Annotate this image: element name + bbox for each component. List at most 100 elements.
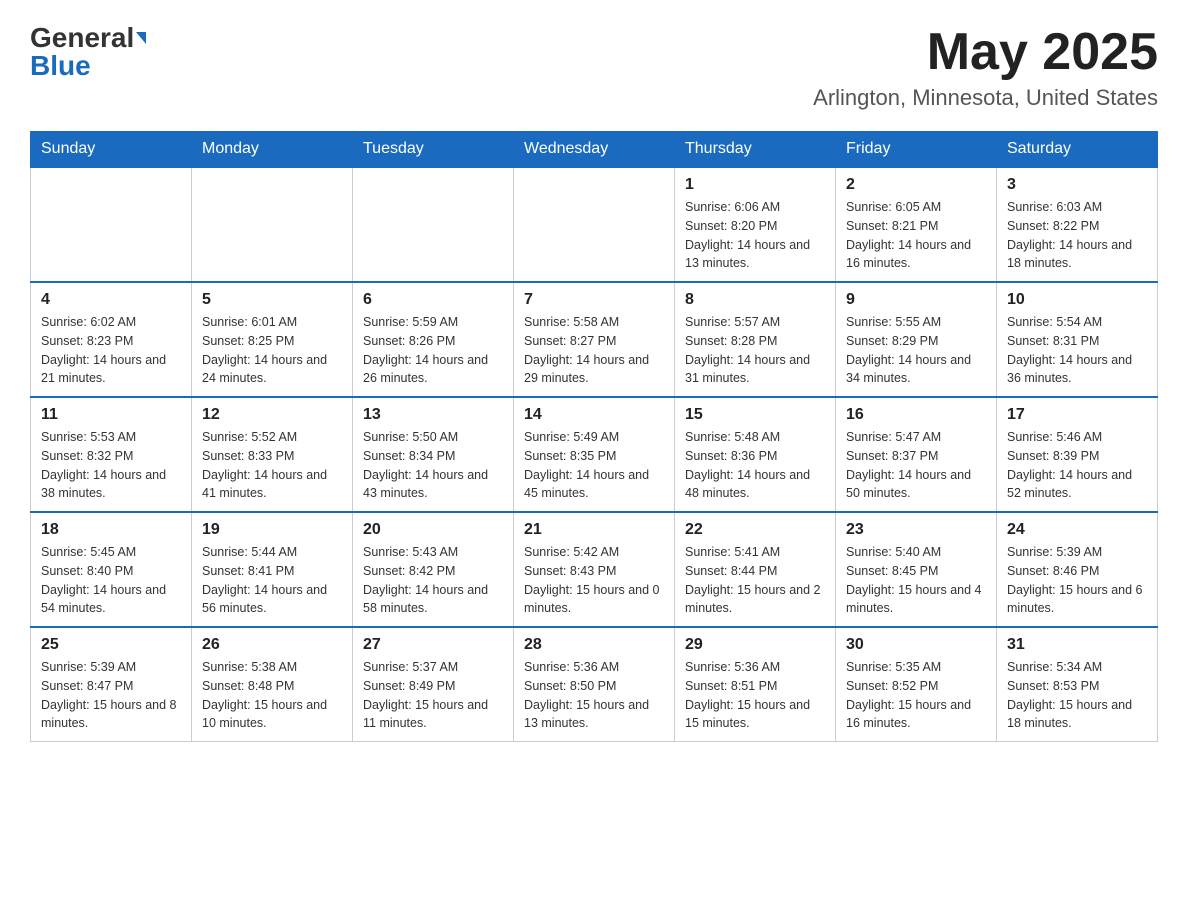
- day-info: Sunrise: 5:41 AM Sunset: 8:44 PM Dayligh…: [685, 543, 825, 618]
- day-info: Sunrise: 5:40 AM Sunset: 8:45 PM Dayligh…: [846, 543, 986, 618]
- day-number: 10: [1007, 291, 1147, 309]
- day-info: Sunrise: 5:39 AM Sunset: 8:46 PM Dayligh…: [1007, 543, 1147, 618]
- calendar-cell: 24 Sunrise: 5:39 AM Sunset: 8:46 PM Dayli…: [997, 512, 1158, 627]
- day-number: 13: [363, 406, 503, 424]
- day-number: 17: [1007, 406, 1147, 424]
- calendar-week-row: 25Sunrise: 5:39 AM Sunset: 8:47 PM Dayli…: [31, 627, 1158, 742]
- day-info: Sunrise: 5:38 AM Sunset: 8:48 PM Dayligh…: [202, 658, 342, 733]
- day-info: Sunrise: 5:54 AM Sunset: 8:31 PM Dayligh…: [1007, 313, 1147, 388]
- logo-general-text: General: [30, 24, 134, 52]
- day-info: Sunrise: 6:02 AM Sunset: 8:23 PM Dayligh…: [41, 313, 181, 388]
- calendar-cell: 28 Sunrise: 5:36 AM Sunset: 8:50 PM Dayli…: [514, 627, 675, 742]
- day-info: Sunrise: 5:48 AM Sunset: 8:36 PM Dayligh…: [685, 428, 825, 503]
- calendar-cell: 18Sunrise: 5:45 AM Sunset: 8:40 PM Dayli…: [31, 512, 192, 627]
- day-info: Sunrise: 5:57 AM Sunset: 8:28 PM Dayligh…: [685, 313, 825, 388]
- day-info: Sunrise: 5:39 AM Sunset: 8:47 PM Dayligh…: [41, 658, 181, 733]
- calendar-week-row: 1 Sunrise: 6:06 AM Sunset: 8:20 PM Daylig…: [31, 167, 1158, 282]
- month-title: May 2025: [813, 24, 1158, 81]
- calendar-cell: 12 Sunrise: 5:52 AM Sunset: 8:33 PM Dayli…: [192, 397, 353, 512]
- weekday-header-thursday: Thursday: [675, 132, 836, 168]
- day-number: 6: [363, 291, 503, 309]
- weekday-header-tuesday: Tuesday: [353, 132, 514, 168]
- day-number: 27: [363, 636, 503, 654]
- day-info: Sunrise: 5:55 AM Sunset: 8:29 PM Dayligh…: [846, 313, 986, 388]
- title-block: May 2025 Arlington, Minnesota, United St…: [813, 24, 1158, 111]
- day-info: Sunrise: 6:06 AM Sunset: 8:20 PM Dayligh…: [685, 198, 825, 273]
- logo-triangle-icon: [136, 32, 146, 44]
- calendar-cell: 14 Sunrise: 5:49 AM Sunset: 8:35 PM Dayli…: [514, 397, 675, 512]
- day-number: 15: [685, 406, 825, 424]
- calendar-week-row: 11 Sunrise: 5:53 AM Sunset: 8:32 PM Dayli…: [31, 397, 1158, 512]
- weekday-header-sunday: Sunday: [31, 132, 192, 168]
- calendar-cell: 4Sunrise: 6:02 AM Sunset: 8:23 PM Daylig…: [31, 282, 192, 397]
- calendar-cell: 5 Sunrise: 6:01 AM Sunset: 8:25 PM Daylig…: [192, 282, 353, 397]
- day-info: Sunrise: 5:43 AM Sunset: 8:42 PM Dayligh…: [363, 543, 503, 618]
- day-info: Sunrise: 5:37 AM Sunset: 8:49 PM Dayligh…: [363, 658, 503, 733]
- day-info: Sunrise: 6:01 AM Sunset: 8:25 PM Dayligh…: [202, 313, 342, 388]
- day-info: Sunrise: 5:49 AM Sunset: 8:35 PM Dayligh…: [524, 428, 664, 503]
- calendar-cell: 1 Sunrise: 6:06 AM Sunset: 8:20 PM Daylig…: [675, 167, 836, 282]
- calendar-cell: 19 Sunrise: 5:44 AM Sunset: 8:41 PM Dayli…: [192, 512, 353, 627]
- calendar-cell: 30 Sunrise: 5:35 AM Sunset: 8:52 PM Dayli…: [836, 627, 997, 742]
- day-info: Sunrise: 5:34 AM Sunset: 8:53 PM Dayligh…: [1007, 658, 1147, 733]
- page-header: General Blue May 2025 Arlington, Minneso…: [30, 24, 1158, 111]
- calendar-cell: 3Sunrise: 6:03 AM Sunset: 8:22 PM Daylig…: [997, 167, 1158, 282]
- day-number: 30: [846, 636, 986, 654]
- calendar-cell: 23 Sunrise: 5:40 AM Sunset: 8:45 PM Dayli…: [836, 512, 997, 627]
- calendar-cell: 9Sunrise: 5:55 AM Sunset: 8:29 PM Daylig…: [836, 282, 997, 397]
- calendar-cell: 22 Sunrise: 5:41 AM Sunset: 8:44 PM Dayli…: [675, 512, 836, 627]
- day-info: Sunrise: 5:50 AM Sunset: 8:34 PM Dayligh…: [363, 428, 503, 503]
- calendar-cell: [353, 167, 514, 282]
- calendar-cell: 26Sunrise: 5:38 AM Sunset: 8:48 PM Dayli…: [192, 627, 353, 742]
- day-number: 23: [846, 521, 986, 539]
- calendar-cell: 8Sunrise: 5:57 AM Sunset: 8:28 PM Daylig…: [675, 282, 836, 397]
- day-info: Sunrise: 6:05 AM Sunset: 8:21 PM Dayligh…: [846, 198, 986, 273]
- calendar-table: SundayMondayTuesdayWednesdayThursdayFrid…: [30, 131, 1158, 742]
- day-number: 21: [524, 521, 664, 539]
- logo-blue-text: Blue: [30, 52, 91, 80]
- day-number: 7: [524, 291, 664, 309]
- calendar-cell: 2 Sunrise: 6:05 AM Sunset: 8:21 PM Daylig…: [836, 167, 997, 282]
- calendar-cell: 21Sunrise: 5:42 AM Sunset: 8:43 PM Dayli…: [514, 512, 675, 627]
- calendar-cell: 20Sunrise: 5:43 AM Sunset: 8:42 PM Dayli…: [353, 512, 514, 627]
- day-number: 1: [685, 176, 825, 194]
- day-info: Sunrise: 5:52 AM Sunset: 8:33 PM Dayligh…: [202, 428, 342, 503]
- day-info: Sunrise: 5:46 AM Sunset: 8:39 PM Dayligh…: [1007, 428, 1147, 503]
- weekday-header-row: SundayMondayTuesdayWednesdayThursdayFrid…: [31, 132, 1158, 168]
- calendar-cell: 17 Sunrise: 5:46 AM Sunset: 8:39 PM Dayli…: [997, 397, 1158, 512]
- calendar-cell: 11 Sunrise: 5:53 AM Sunset: 8:32 PM Dayli…: [31, 397, 192, 512]
- day-info: Sunrise: 5:36 AM Sunset: 8:51 PM Dayligh…: [685, 658, 825, 733]
- day-info: Sunrise: 6:03 AM Sunset: 8:22 PM Dayligh…: [1007, 198, 1147, 273]
- day-number: 22: [685, 521, 825, 539]
- day-info: Sunrise: 5:58 AM Sunset: 8:27 PM Dayligh…: [524, 313, 664, 388]
- day-number: 12: [202, 406, 342, 424]
- day-number: 18: [41, 521, 181, 539]
- day-number: 31: [1007, 636, 1147, 654]
- day-number: 19: [202, 521, 342, 539]
- logo: General Blue: [30, 24, 146, 80]
- calendar-cell: 13 Sunrise: 5:50 AM Sunset: 8:34 PM Dayli…: [353, 397, 514, 512]
- day-number: 24: [1007, 521, 1147, 539]
- day-number: 2: [846, 176, 986, 194]
- day-number: 14: [524, 406, 664, 424]
- day-info: Sunrise: 5:36 AM Sunset: 8:50 PM Dayligh…: [524, 658, 664, 733]
- weekday-header-wednesday: Wednesday: [514, 132, 675, 168]
- day-info: Sunrise: 5:53 AM Sunset: 8:32 PM Dayligh…: [41, 428, 181, 503]
- calendar-cell: 15 Sunrise: 5:48 AM Sunset: 8:36 PM Dayli…: [675, 397, 836, 512]
- day-info: Sunrise: 5:44 AM Sunset: 8:41 PM Dayligh…: [202, 543, 342, 618]
- day-number: 29: [685, 636, 825, 654]
- day-info: Sunrise: 5:59 AM Sunset: 8:26 PM Dayligh…: [363, 313, 503, 388]
- day-number: 5: [202, 291, 342, 309]
- location-title: Arlington, Minnesota, United States: [813, 85, 1158, 111]
- calendar-week-row: 18Sunrise: 5:45 AM Sunset: 8:40 PM Dayli…: [31, 512, 1158, 627]
- calendar-cell: 16Sunrise: 5:47 AM Sunset: 8:37 PM Dayli…: [836, 397, 997, 512]
- day-number: 28: [524, 636, 664, 654]
- calendar-cell: 6 Sunrise: 5:59 AM Sunset: 8:26 PM Daylig…: [353, 282, 514, 397]
- day-number: 11: [41, 406, 181, 424]
- day-info: Sunrise: 5:35 AM Sunset: 8:52 PM Dayligh…: [846, 658, 986, 733]
- calendar-cell: [192, 167, 353, 282]
- calendar-cell: 27 Sunrise: 5:37 AM Sunset: 8:49 PM Dayli…: [353, 627, 514, 742]
- weekday-header-saturday: Saturday: [997, 132, 1158, 168]
- weekday-header-monday: Monday: [192, 132, 353, 168]
- calendar-cell: 10 Sunrise: 5:54 AM Sunset: 8:31 PM Dayli…: [997, 282, 1158, 397]
